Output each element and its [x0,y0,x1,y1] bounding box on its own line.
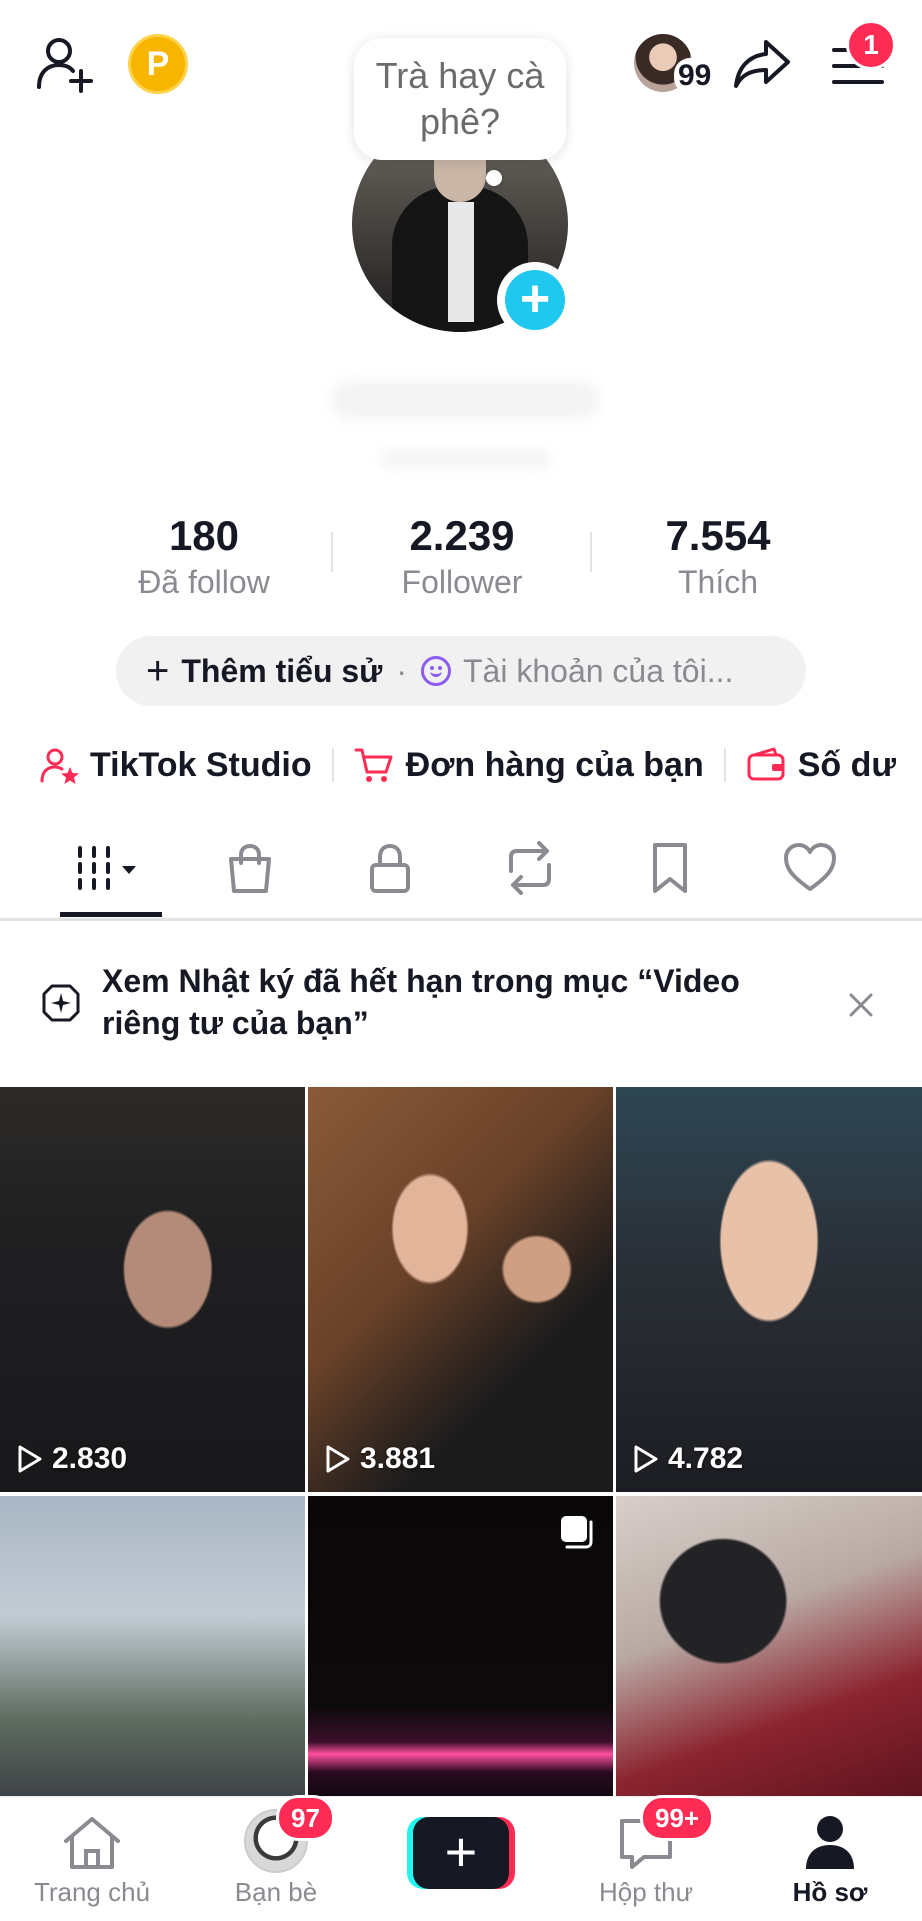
stat-value: 2.239 [409,512,515,559]
notice-text: Xem Nhật ký đã hết hạn trong mục “Video … [102,963,740,1041]
stat-likes[interactable]: 7.554 Thích [608,510,828,602]
menu-badge: 1 [846,20,896,70]
video-thumbnail[interactable]: 2.830 [0,1087,305,1492]
view-count: 3.881 [324,1442,435,1476]
smile-icon [421,656,451,686]
note-text: Trà hay cà phê? [375,55,545,142]
grid-dropdown-icon [78,846,136,890]
coin-icon[interactable]: P [128,34,188,94]
lock-icon [370,843,410,893]
view-count: 4.782 [632,1442,743,1476]
tab-shop[interactable] [200,820,300,916]
stat-label: Đã follow [138,564,270,600]
note-bubble-tail [486,170,502,186]
person-star-icon [40,748,79,784]
active-tab-indicator [60,912,162,917]
account-status-button[interactable]: Tài khoản của tôi... [421,653,733,690]
expired-diary-notice[interactable]: Xem Nhật ký đã hết hạn trong mục “Video … [0,960,922,1052]
tab-private[interactable] [340,820,440,916]
friends-badge: 97 [276,1795,335,1841]
orders-label: Đơn hàng của bạn [405,745,704,784]
stat-divider [590,532,592,572]
balance-link[interactable]: Số dư [746,745,896,785]
plus-icon: + [146,648,170,693]
account-status-label: Tài khoản của tôi... [463,652,734,689]
tiktok-studio-label: TikTok Studio [90,745,312,784]
tab-liked[interactable] [760,820,860,916]
bookmark-icon [653,843,687,893]
nav-profile[interactable]: Hồ sơ [740,1797,920,1921]
create-button[interactable]: + [407,1817,515,1889]
sparkle-badge-icon [42,984,80,1022]
bottom-nav: Trang chủ 97 Bạn bè + 99+ Hộp thư Hồ sơ [0,1795,922,1921]
orders-link[interactable]: Đơn hàng của bạn [354,745,704,785]
add-person-icon [37,38,93,93]
nav-inbox-label: Hộp thư [598,1877,693,1907]
profile-icon [806,1816,854,1869]
add-friend-button[interactable] [34,32,98,96]
video-thumbnail[interactable] [308,1496,613,1796]
photo-carousel-icon [561,1516,593,1549]
visitor-count: 99 [674,58,716,94]
share-icon [734,40,790,88]
bio-pill: + Thêm tiểu sử · Tài khoản của tôi... [116,636,806,706]
nav-friends[interactable]: 97 Bạn bè [186,1795,366,1921]
heart-icon [784,843,836,891]
view-count: 2.830 [16,1442,127,1476]
nav-home-label: Trang chủ [33,1877,151,1907]
balance-label: Số dư [797,745,897,784]
video-thumbnail[interactable]: 3.881 [308,1087,613,1492]
nav-home[interactable]: Trang chủ [2,1797,182,1921]
bio-separator: · [396,652,407,689]
tiktok-studio-link[interactable]: TikTok Studio [40,745,312,785]
video-thumbnail[interactable]: 4.782 [616,1087,922,1492]
link-divider [331,748,334,782]
link-divider [723,748,726,782]
nav-profile-label: Hồ sơ [792,1877,868,1907]
username-blurred [330,380,600,420]
add-story-button[interactable]: + [497,262,573,338]
inbox-badge: 99+ [640,1795,715,1841]
stat-divider [331,532,333,572]
add-bio-button[interactable]: + Thêm tiểu sử [146,649,382,694]
nav-friends-label: Bạn bè [234,1877,318,1907]
close-icon[interactable] [846,990,876,1020]
stat-value: 180 [168,512,240,559]
stat-label: Thích [677,564,759,600]
home-icon [64,1817,120,1869]
play-icon [326,1445,350,1473]
tab-reposts[interactable] [480,820,580,916]
tab-favorites[interactable] [620,820,720,916]
cart-icon [354,748,393,782]
play-icon [18,1445,42,1473]
handle-blurred [380,448,550,470]
content-tabs [0,820,922,920]
note-bubble[interactable]: Trà hay cà phê? [354,38,566,160]
tab-videos[interactable] [60,820,160,916]
wallet-icon [747,747,785,781]
plus-icon: + [413,1817,509,1889]
stat-label: Follower [401,564,523,600]
add-bio-label: Thêm tiểu sử [181,652,383,689]
nav-inbox[interactable]: 99+ Hộp thư [556,1795,736,1921]
plus-icon: + [505,270,565,330]
play-icon [634,1445,658,1473]
profile-views-button[interactable]: 99 [632,32,716,96]
stat-following[interactable]: 180 Đã follow [94,510,314,602]
video-thumbnail[interactable] [0,1496,305,1796]
stat-value: 7.554 [665,512,771,559]
menu-button[interactable]: 1 [826,20,896,96]
repost-icon [509,841,551,895]
share-button[interactable] [730,32,794,96]
stat-followers[interactable]: 2.239 Follower [352,510,572,602]
profile-links-row: TikTok Studio Đơn hàng của bạn Số dư [40,740,896,790]
shopping-bag-icon [229,843,271,893]
tabs-divider [0,918,922,921]
video-thumbnail[interactable] [616,1496,922,1796]
